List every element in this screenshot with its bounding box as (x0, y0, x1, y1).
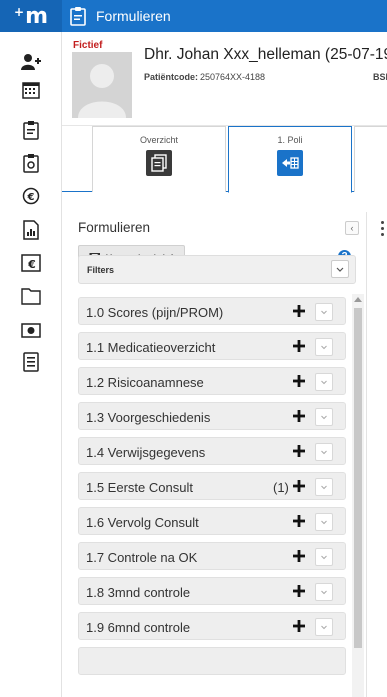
add-form-icon[interactable] (293, 515, 305, 527)
tab-poli[interactable]: 1. Poli (228, 126, 352, 193)
form-row-dropdown-button[interactable] (315, 478, 333, 496)
form-row-dropdown-button[interactable] (315, 618, 333, 636)
form-row[interactable]: 1.8 3mnd controle (78, 577, 346, 605)
chevron-down-icon (336, 267, 344, 272)
form-row-label: 1.4 Verwijsgegevens (86, 445, 206, 460)
folder-icon[interactable] (21, 286, 41, 306)
chevron-down-icon (321, 590, 327, 595)
tab-poli-label: 1. Poli (277, 135, 303, 145)
chevron-down-icon (321, 450, 327, 455)
chevron-down-icon (321, 555, 327, 560)
form-row[interactable]: 1.1 Medicatieoverzicht (78, 332, 346, 360)
add-form-icon[interactable] (293, 550, 305, 562)
scrollbar-thumb[interactable] (354, 308, 362, 648)
add-form-icon[interactable] (293, 375, 305, 387)
filters-bar[interactable]: Filters (78, 255, 356, 284)
form-row-label: 1.0 Scores (pijn/PROM) (86, 305, 224, 320)
form-row-count: (1) (273, 480, 289, 495)
filters-label: Filters (87, 265, 115, 275)
patient-code-value: 250764XX-4188 (200, 72, 266, 82)
patient-code-label: Patiëntcode: (144, 72, 199, 82)
add-form-icon[interactable] (293, 620, 305, 632)
clipboard-icon[interactable] (21, 120, 41, 140)
scroll-up-arrow-icon[interactable] (354, 297, 362, 302)
list-document-icon[interactable] (21, 352, 41, 372)
form-row-dropdown-button[interactable] (315, 583, 333, 601)
bsn-label: BSN (373, 72, 387, 82)
chart-document-icon[interactable] (21, 220, 41, 240)
form-row[interactable]: 1.4 Verwijsgegevens (78, 437, 346, 465)
form-row[interactable]: 1.2 Risicoanamnese (78, 367, 346, 395)
more-options-icon[interactable] (379, 221, 385, 239)
calendar-icon[interactable] (21, 80, 41, 100)
patient-header: Fictief Dhr. Johan Xxx_helleman (25-07-1… (62, 32, 387, 126)
add-form-icon[interactable] (293, 480, 305, 492)
add-form-icon[interactable] (293, 410, 305, 422)
form-row-label: 1.1 Medicatieoverzicht (86, 340, 216, 355)
clipboard-icon (70, 7, 86, 26)
patient-name: Dhr. Johan Xxx_helleman (25-07-19 (144, 46, 387, 63)
top-bar: + m Formulieren (0, 0, 387, 32)
camera-icon[interactable] (21, 320, 41, 340)
form-row-dropdown-button[interactable] (315, 408, 333, 426)
tab-next[interactable] (354, 126, 387, 192)
form-row[interactable]: 1.9 6mnd controle (78, 612, 346, 640)
panel-title: Formulieren (78, 220, 151, 235)
form-row-dropdown-button[interactable] (315, 513, 333, 531)
form-row[interactable]: 1.0 Scores (pijn/PROM) (78, 297, 346, 325)
form-row-label: 1.7 Controle na OK (86, 550, 198, 565)
form-row[interactable]: 1.7 Controle na OK (78, 542, 346, 570)
form-row-label: 1.3 Voorgeschiedenis (86, 410, 211, 425)
chevron-down-icon (321, 310, 327, 315)
form-row-label: 1.5 Eerste Consult (86, 480, 193, 495)
add-form-icon[interactable] (293, 585, 305, 597)
panel-divider (366, 212, 367, 697)
form-row-label: 1.2 Risicoanamnese (86, 375, 204, 390)
collapse-panel-button[interactable]: ‹ (345, 221, 359, 235)
form-row-label: 1.6 Vervolg Consult (86, 515, 199, 530)
chevron-down-icon (321, 485, 327, 490)
tab-bar: Overzicht 1. Poli (62, 126, 387, 193)
left-nav-rail: € € (0, 32, 62, 697)
chevron-down-icon (321, 380, 327, 385)
form-row-label: 1.9 6mnd controle (86, 620, 191, 635)
chevron-down-icon (321, 415, 327, 420)
form-row-dropdown-button[interactable] (315, 373, 333, 391)
form-row[interactable] (78, 647, 346, 675)
form-row-label: 1.8 3mnd controle (86, 585, 191, 600)
clipboard-settings-icon[interactable] (21, 153, 41, 173)
poli-icon (277, 150, 303, 176)
form-row[interactable]: 1.3 Voorgeschiedenis (78, 402, 346, 430)
form-row-dropdown-button[interactable] (315, 548, 333, 566)
chevron-down-icon (321, 520, 327, 525)
chevron-down-icon (321, 625, 327, 630)
tab-overzicht-label: Overzicht (139, 135, 178, 145)
euro-icon[interactable]: € (21, 186, 41, 206)
form-row[interactable]: 1.6 Vervolg Consult (78, 507, 346, 535)
svg-text:€: € (27, 258, 36, 271)
form-row-dropdown-button[interactable] (315, 338, 333, 356)
form-row-dropdown-button[interactable] (315, 303, 333, 321)
module-title: Formulieren (96, 8, 171, 24)
add-form-icon[interactable] (293, 445, 305, 457)
euro-document-icon[interactable]: € (21, 253, 41, 273)
add-user-icon[interactable] (21, 52, 41, 72)
patient-avatar[interactable] (72, 52, 132, 118)
chevron-down-icon (321, 345, 327, 350)
add-form-icon[interactable] (293, 305, 305, 317)
svg-text:€: € (27, 192, 35, 203)
add-form-icon[interactable] (293, 340, 305, 352)
form-row-dropdown-button[interactable] (315, 443, 333, 461)
filters-dropdown-button[interactable] (331, 260, 349, 278)
tab-overzicht[interactable]: Overzicht (92, 126, 226, 192)
app-logo[interactable]: + m (0, 0, 62, 32)
document-stack-icon (146, 150, 172, 176)
fictitious-flag: Fictief (73, 40, 103, 51)
form-row[interactable]: 1.5 Eerste Consult (1) (78, 472, 346, 500)
